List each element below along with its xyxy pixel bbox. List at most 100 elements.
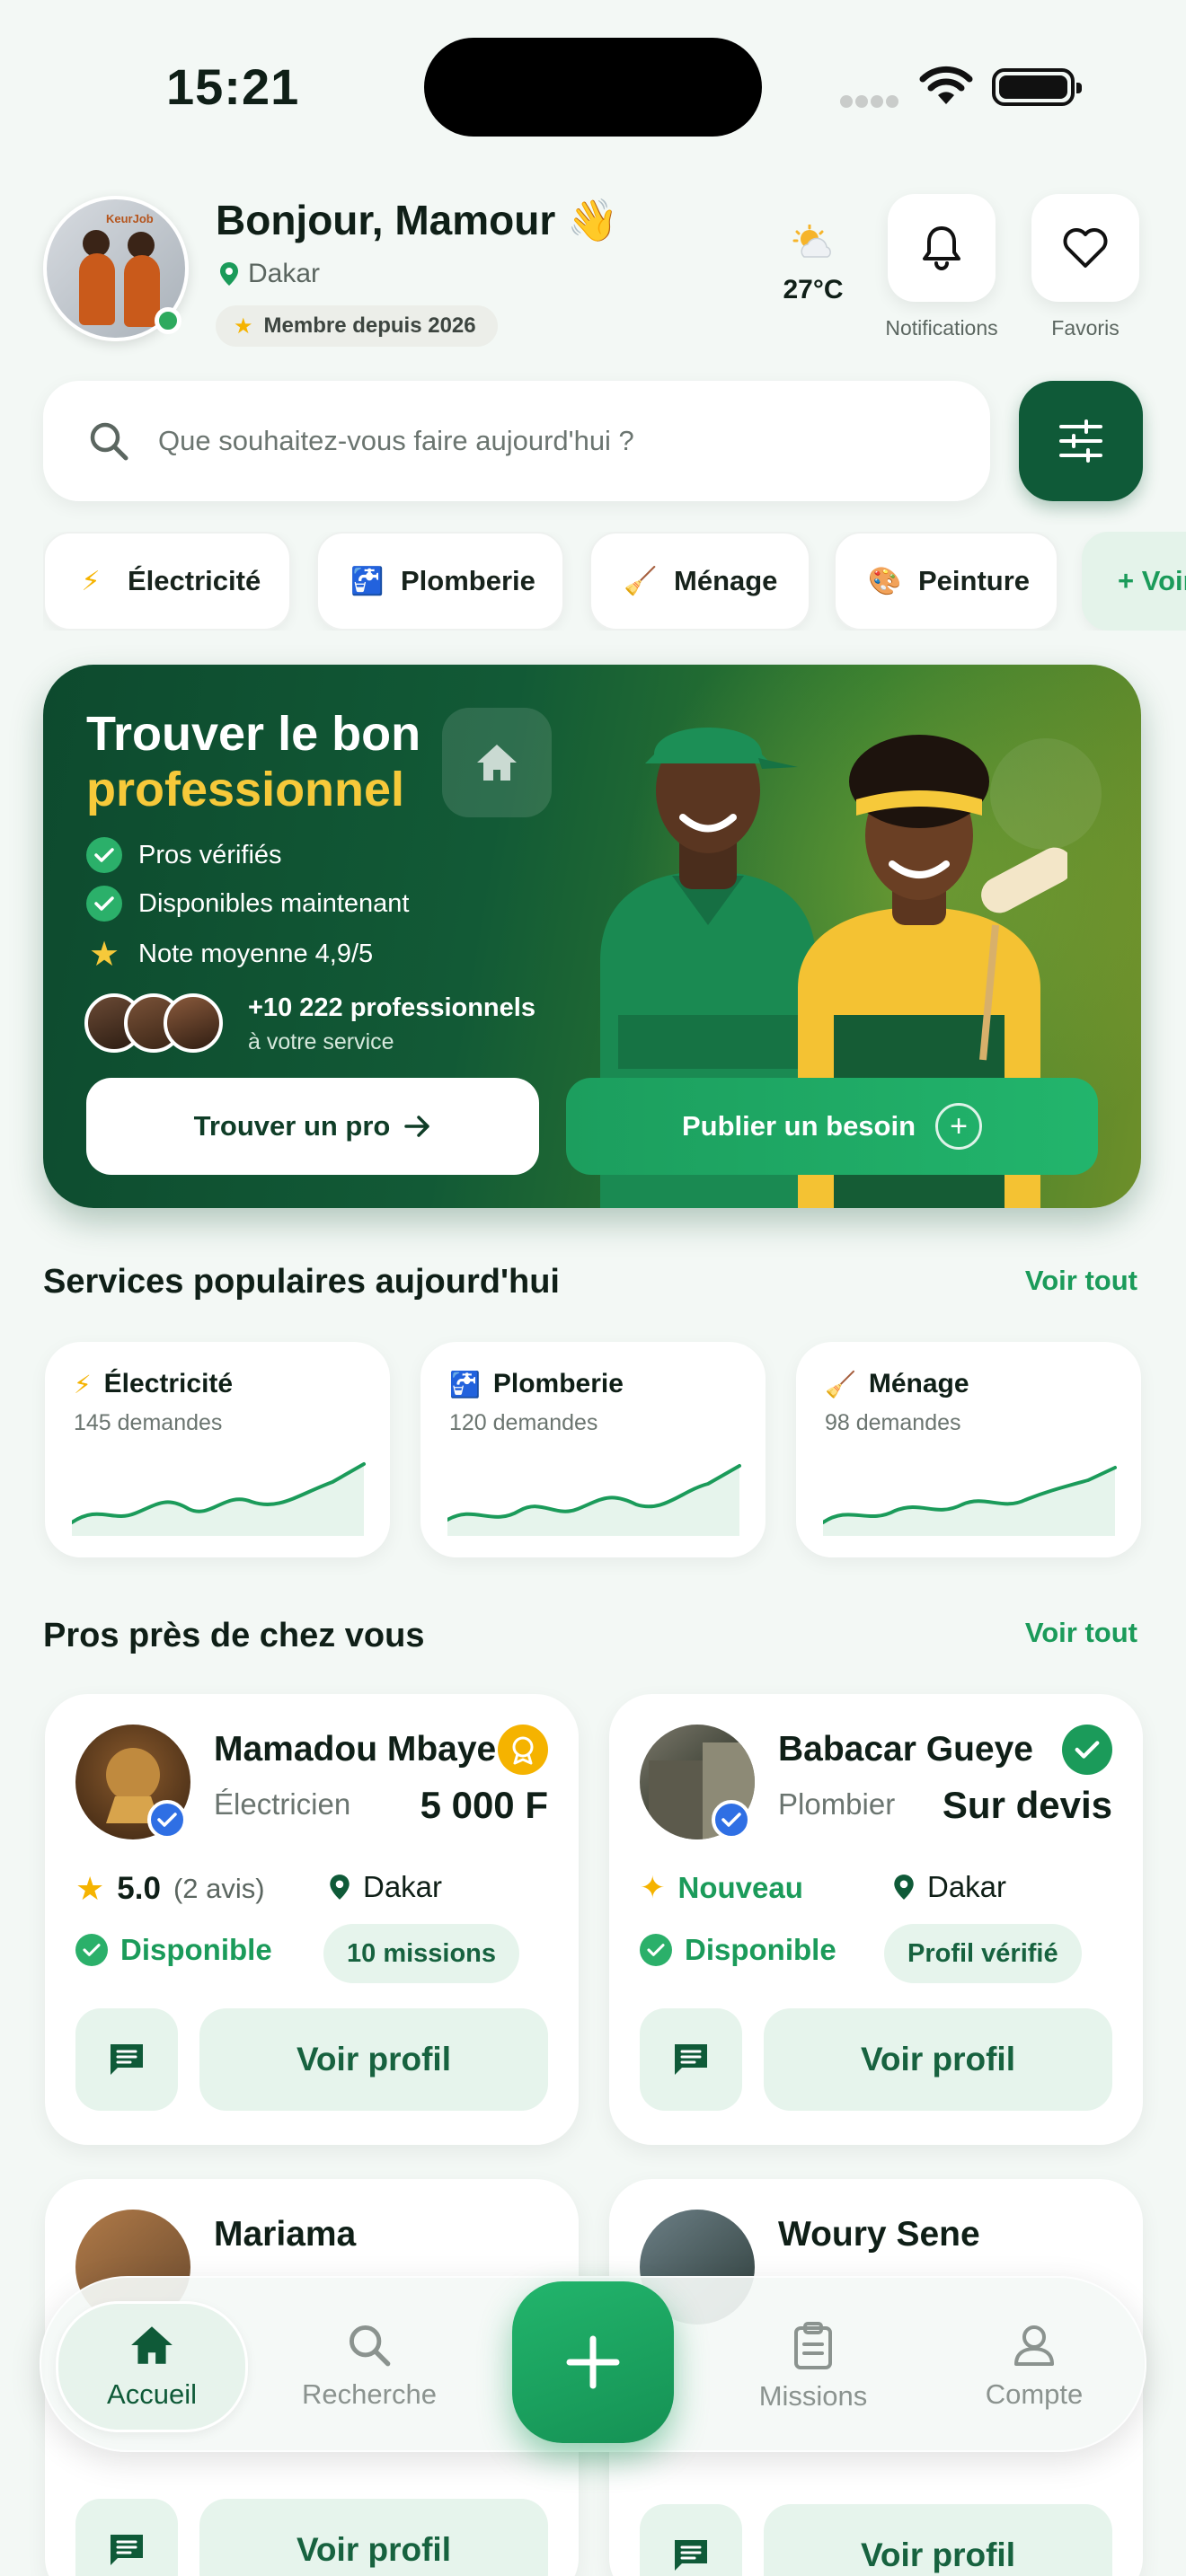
view-profile-button[interactable]: Voir profil	[199, 2499, 548, 2576]
chip-menage[interactable]: 🧹 Ménage	[589, 532, 810, 631]
stat-title: Ménage	[868, 1369, 969, 1398]
faucet-icon: 🚰	[350, 566, 385, 596]
pro-card[interactable]: Babacar Gueye Plombier Sur devis ✦ Nouve…	[609, 1694, 1143, 2145]
home-badge-icon	[442, 708, 552, 817]
stat-card-electricite[interactable]: ⚡ Électricité 145 demandes	[45, 1342, 390, 1557]
home-icon	[131, 2326, 173, 2364]
nearby-pros-title: Pros près de chez vous	[43, 1617, 425, 1654]
pro-name: Mariama	[214, 2215, 357, 2254]
pro-card[interactable]: Mamadou Mbaye Électricien 5 000 F ★ 5.0 …	[45, 1694, 579, 2145]
chip-electricite[interactable]: ⚡ Électricité	[43, 532, 291, 631]
view-profile-button[interactable]: Voir profil	[764, 2008, 1112, 2111]
find-pro-label: Trouver un pro	[193, 1110, 391, 1142]
nearby-see-all-link[interactable]: Voir tout	[1025, 1617, 1137, 1649]
member-since-badge: ★ Membre depuis 2026	[216, 305, 498, 347]
feature-label: Pros vérifiés	[138, 840, 282, 869]
filter-button[interactable]	[1019, 381, 1143, 501]
pro-name: Babacar Gueye	[778, 1730, 1033, 1769]
pro-job: Électricien	[214, 1787, 351, 1821]
new-label: Nouveau	[677, 1871, 803, 1904]
star-icon: ★	[88, 936, 120, 974]
user-icon	[1014, 2325, 1054, 2366]
pro-new-badge: ✦ Nouveau	[640, 1870, 803, 1906]
nav-label: Accueil	[107, 2378, 197, 2410]
stat-card-menage[interactable]: 🧹 Ménage 98 demandes	[796, 1342, 1141, 1557]
dynamic-island	[424, 38, 762, 137]
pro-city: Dakar	[329, 1870, 442, 1904]
online-status-dot	[155, 307, 181, 334]
plus-icon	[566, 2335, 620, 2389]
partly-cloudy-icon	[774, 224, 852, 271]
chat-icon	[675, 2540, 707, 2571]
view-profile-button[interactable]: Voir profil	[199, 2008, 548, 2111]
plus-circle-icon: +	[935, 1103, 983, 1150]
chip-peinture[interactable]: 🎨 Peinture	[834, 532, 1058, 631]
battery-icon	[992, 68, 1082, 106]
stat-title: Plomberie	[492, 1369, 624, 1398]
greeting-title: Bonjour, Mamour 👋	[216, 197, 619, 243]
chip-plomberie[interactable]: 🚰 Plomberie	[316, 532, 564, 631]
faucet-icon: 🚰	[449, 1370, 481, 1398]
broom-icon: 🧹	[624, 566, 658, 596]
favorites-label: Favoris	[1051, 316, 1120, 340]
award-badge-icon	[498, 1725, 548, 1775]
availability-label: Disponible	[120, 1933, 272, 1966]
search-input[interactable]	[158, 425, 949, 457]
message-button[interactable]	[75, 2008, 178, 2111]
message-button[interactable]	[640, 2008, 742, 2111]
clipboard-icon	[794, 2322, 832, 2369]
stat-card-header: 🧹 Ménage	[825, 1369, 969, 1399]
pro-rating: ★ 5.0 (2 avis)	[75, 1870, 265, 1908]
popular-see-all-link[interactable]: Voir tout	[1025, 1265, 1137, 1297]
chat-icon	[111, 2044, 143, 2075]
chat-icon	[111, 2535, 143, 2565]
pros-subtitle: à votre service	[248, 1029, 394, 1054]
city-label: Dakar	[363, 1870, 443, 1903]
view-profile-button[interactable]: Voir profil	[764, 2504, 1112, 2576]
trend-sparkline	[72, 1462, 366, 1536]
add-button[interactable]	[512, 2281, 674, 2443]
post-need-button[interactable]: Publier un besoin +	[566, 1078, 1098, 1175]
find-pro-button[interactable]: Trouver un pro	[86, 1078, 539, 1175]
notifications-button[interactable]	[888, 194, 996, 302]
status-time: 15:21	[166, 58, 300, 115]
nav-compte[interactable]: Compte	[938, 2301, 1130, 2432]
user-location[interactable]: Dakar	[219, 259, 320, 289]
message-button[interactable]	[75, 2499, 178, 2576]
sliders-icon	[1059, 419, 1102, 463]
nav-recherche[interactable]: Recherche	[273, 2301, 465, 2432]
arrow-right-icon	[404, 1116, 430, 1137]
tools-badge-icon	[990, 738, 1102, 850]
stat-card-header: ⚡ Électricité	[74, 1369, 233, 1399]
wifi-icon	[919, 66, 973, 104]
nav-accueil[interactable]: Accueil	[56, 2301, 248, 2432]
stat-requests: 120 demandes	[449, 1410, 598, 1435]
stat-card-plomberie[interactable]: 🚰 Plomberie 120 demandes	[420, 1342, 766, 1557]
check-icon	[86, 837, 122, 873]
chip-label: Électricité	[128, 565, 261, 596]
member-since-label: Membre depuis 2026	[263, 313, 476, 338]
chip-see-all[interactable]: + Voir	[1082, 532, 1186, 631]
trend-sparkline	[447, 1464, 741, 1536]
nav-missions[interactable]: Missions	[717, 2301, 909, 2432]
search-bar[interactable]	[43, 381, 990, 501]
stat-card-header: 🚰 Plomberie	[449, 1369, 624, 1399]
chip-label: Ménage	[674, 565, 778, 596]
stat-requests: 145 demandes	[74, 1410, 223, 1435]
verified-profile-pill: Profil vérifié	[884, 1924, 1082, 1983]
missions-pill: 10 missions	[323, 1924, 520, 1983]
weather-temperature: 27°C	[783, 275, 844, 304]
pro-name: Mamadou Mbaye	[214, 1730, 497, 1769]
cellular-signal-icon	[840, 95, 901, 108]
pro-job: Plombier	[778, 1787, 896, 1821]
hero-title-line1: Trouver le bon	[86, 707, 421, 761]
message-button[interactable]	[640, 2504, 742, 2576]
city-label: Dakar	[927, 1870, 1007, 1903]
heart-icon	[1063, 228, 1108, 268]
check-icon	[75, 1934, 108, 1966]
nav-label: Recherche	[302, 2378, 437, 2410]
star-icon: ★	[75, 1870, 105, 1907]
favorites-button[interactable]	[1031, 194, 1139, 302]
pro-price: Sur devis	[942, 1784, 1112, 1826]
status-bar: 15:21	[0, 0, 1186, 153]
